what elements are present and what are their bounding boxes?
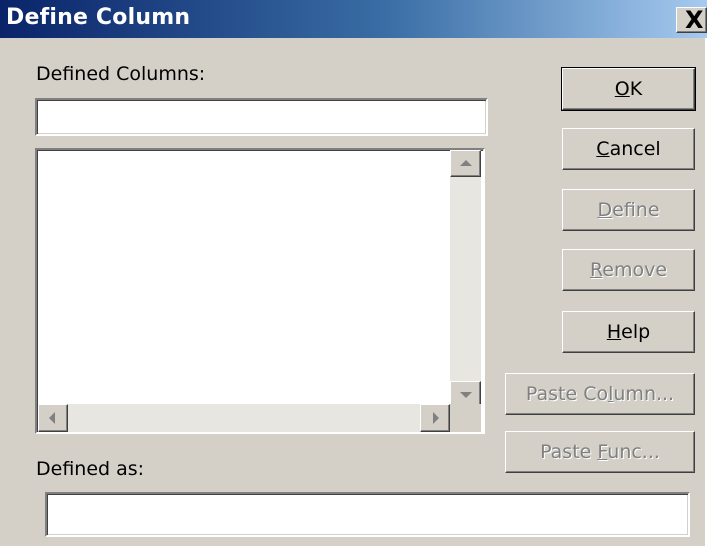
dialog-title: Define Column: [6, 5, 191, 30]
scroll-up-button[interactable]: [450, 150, 481, 177]
vertical-scrollbar[interactable]: [450, 150, 481, 408]
close-button[interactable]: X: [676, 6, 707, 34]
scroll-down-icon: [460, 392, 472, 398]
scroll-right-icon: [433, 412, 439, 424]
scroll-up-icon: [460, 160, 472, 166]
paste-func-button[interactable]: Paste Func...: [505, 431, 695, 473]
scroll-left-icon: [49, 412, 55, 424]
scroll-left-button[interactable]: [38, 404, 68, 432]
defined-columns-list[interactable]: [35, 148, 485, 434]
column-name-input[interactable]: [35, 98, 488, 136]
ok-button[interactable]: OK: [561, 67, 696, 111]
remove-button[interactable]: Remove: [562, 249, 695, 291]
scrollbar-corner: [450, 404, 481, 432]
defined-columns-label: Defined Columns:: [36, 63, 206, 85]
title-bar[interactable]: Define Column X: [0, 0, 707, 38]
defined-as-label: Defined as:: [36, 458, 145, 480]
help-button[interactable]: Help: [562, 311, 695, 353]
close-icon: X: [685, 6, 704, 34]
define-column-dialog: Define Column X Defined Columns: Defined…: [0, 0, 707, 546]
define-button[interactable]: Define: [562, 189, 695, 231]
horizontal-scrollbar[interactable]: [38, 404, 450, 432]
paste-column-button[interactable]: Paste Column...: [505, 373, 695, 415]
cancel-button[interactable]: Cancel: [562, 128, 695, 170]
scroll-right-button[interactable]: [420, 404, 450, 432]
definition-input[interactable]: [45, 492, 690, 537]
